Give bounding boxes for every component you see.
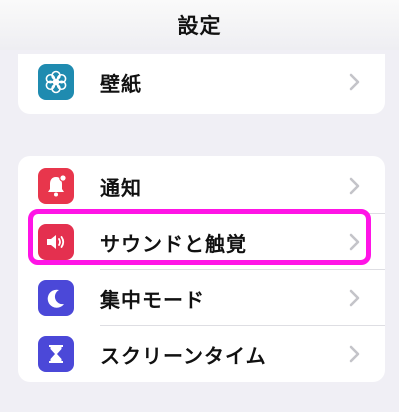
speaker-icon	[38, 224, 74, 260]
settings-group-display: 壁紙	[18, 54, 385, 114]
settings-group-notifications: 通知 サウンドと触覚 集中モード スクリーンタイム	[18, 156, 385, 382]
focus-label: 集中モード	[100, 287, 205, 312]
moon-icon	[38, 280, 74, 316]
hourglass-icon	[38, 336, 74, 372]
sounds-label: サウンドと触覚	[100, 231, 247, 256]
chevron-right-icon	[349, 73, 360, 91]
settings-row-focus[interactable]: 集中モード	[18, 270, 385, 326]
flower-icon	[38, 64, 74, 100]
chevron-right-icon	[349, 177, 360, 195]
screentime-label: スクリーンタイム	[100, 343, 267, 368]
settings-row-wallpaper[interactable]: 壁紙	[18, 54, 385, 110]
notifications-label: 通知	[100, 175, 142, 200]
chevron-right-icon	[349, 345, 360, 363]
bell-icon	[38, 168, 74, 204]
wallpaper-label: 壁紙	[100, 71, 142, 96]
settings-row-notifications[interactable]: 通知	[18, 158, 385, 214]
navigation-bar: 設定	[0, 0, 399, 50]
settings-row-sounds[interactable]: サウンドと触覚	[18, 214, 385, 270]
settings-row-screentime[interactable]: スクリーンタイム	[18, 326, 385, 382]
page-title: 設定	[177, 14, 222, 38]
chevron-right-icon	[349, 233, 360, 251]
chevron-right-icon	[349, 289, 360, 307]
